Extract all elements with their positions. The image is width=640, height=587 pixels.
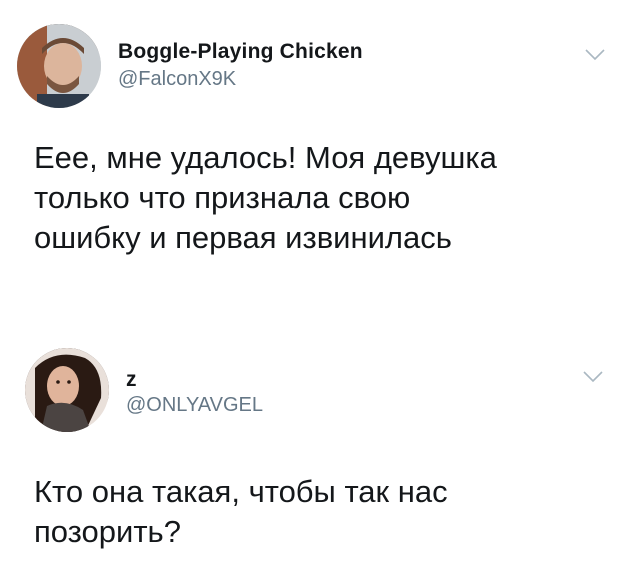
display-name[interactable]: z xyxy=(126,368,137,392)
user-avatar-icon xyxy=(17,24,101,108)
user-handle[interactable]: @FalconX9K xyxy=(118,68,236,91)
display-name[interactable]: Boggle-Playing Chicken xyxy=(118,40,363,64)
tweet-text: Еее, мне удалось! Моя девушка только что… xyxy=(34,138,624,258)
tweet-text-line: только что признала свою xyxy=(34,180,411,215)
tweet-1: Boggle-Playing Chicken @FalconX9K Еее, м… xyxy=(0,0,640,300)
chevron-down-icon[interactable] xyxy=(582,370,604,384)
avatar[interactable] xyxy=(17,24,101,108)
tweet-text-line: Кто она такая, чтобы так нас xyxy=(34,474,448,509)
tweet-2: z @ONLYAVGEL Кто она такая, чтобы так на… xyxy=(0,330,640,587)
user-handle[interactable]: @ONLYAVGEL xyxy=(126,394,263,417)
tweet-text: Кто она такая, чтобы так нас позорить? xyxy=(34,472,624,552)
chevron-down-icon[interactable] xyxy=(584,48,606,62)
avatar[interactable] xyxy=(25,348,109,432)
tweet-text-line: ошибку и первая извинилась xyxy=(34,220,452,255)
tweet-text-line: позорить? xyxy=(34,514,181,549)
user-avatar-icon xyxy=(25,348,109,432)
tweet-text-line: Еее, мне удалось! Моя девушка xyxy=(34,140,497,175)
